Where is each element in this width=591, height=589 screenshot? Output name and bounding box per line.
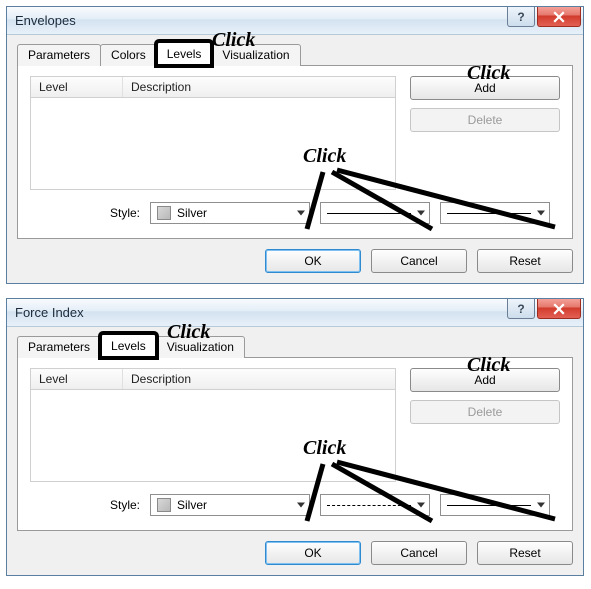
dialog-title: Envelopes (15, 13, 76, 28)
tab-colors[interactable]: Colors (100, 44, 157, 66)
tab-visualization[interactable]: Visualization (211, 44, 300, 66)
close-button[interactable] (537, 299, 581, 319)
line-style-preview (327, 505, 411, 506)
line-style-combo[interactable] (320, 494, 430, 516)
levels-grid: Level Description (30, 76, 396, 190)
style-color-combo[interactable]: Silver (150, 202, 310, 224)
dialog-title: Force Index (15, 305, 84, 320)
column-header-level[interactable]: Level (31, 77, 123, 97)
add-button[interactable]: Add (410, 368, 560, 392)
tabstrip: Parameters Levels Visualization (17, 335, 573, 358)
style-color-value: Silver (177, 206, 207, 220)
levels-grid: Level Description (30, 368, 396, 482)
levels-grid-body[interactable] (30, 98, 396, 190)
tab-parameters[interactable]: Parameters (17, 44, 101, 66)
style-label: Style: (30, 498, 150, 512)
cancel-button[interactable]: Cancel (371, 249, 467, 273)
dialog-force-index: Force Index Parameters Levels Visualizat… (6, 298, 584, 576)
tabstrip: Parameters Colors Levels Visualization (17, 43, 573, 66)
window-buttons (505, 7, 581, 27)
titlebar: Force Index (7, 299, 583, 327)
style-label: Style: (30, 206, 150, 220)
reset-button[interactable]: Reset (477, 249, 573, 273)
line-style-preview (327, 213, 411, 214)
levels-grid-body[interactable] (30, 390, 396, 482)
style-color-value: Silver (177, 498, 207, 512)
tab-parameters[interactable]: Parameters (17, 336, 101, 358)
dialog-buttons: OK Cancel Reset (17, 531, 573, 565)
help-button[interactable] (507, 7, 535, 27)
close-button[interactable] (537, 7, 581, 27)
add-button[interactable]: Add (410, 76, 560, 100)
tab-visualization[interactable]: Visualization (156, 336, 245, 358)
ok-button[interactable]: OK (265, 541, 361, 565)
dialog-buttons: OK Cancel Reset (17, 239, 573, 273)
dialog-envelopes: Envelopes Parameters Colors Levels Visua… (6, 6, 584, 284)
help-button[interactable] (507, 299, 535, 319)
chevron-down-icon (537, 211, 545, 216)
tab-panel-levels: Level Description Add Delete Style: Silv… (17, 357, 573, 531)
cancel-button[interactable]: Cancel (371, 541, 467, 565)
line-weight-preview (447, 505, 531, 506)
chevron-down-icon (417, 503, 425, 508)
column-header-description[interactable]: Description (123, 77, 395, 97)
tab-panel-levels: Level Description Add Delete Style: Silv… (17, 65, 573, 239)
tab-levels[interactable]: Levels (156, 41, 213, 66)
delete-button: Delete (410, 400, 560, 424)
chevron-down-icon (297, 503, 305, 508)
silver-swatch-icon (157, 206, 171, 220)
ok-button[interactable]: OK (265, 249, 361, 273)
tab-levels[interactable]: Levels (100, 333, 157, 358)
line-weight-combo[interactable] (440, 202, 550, 224)
chevron-down-icon (297, 211, 305, 216)
titlebar: Envelopes (7, 7, 583, 35)
style-color-combo[interactable]: Silver (150, 494, 310, 516)
window-buttons (505, 299, 581, 319)
chevron-down-icon (537, 503, 545, 508)
reset-button[interactable]: Reset (477, 541, 573, 565)
chevron-down-icon (417, 211, 425, 216)
line-weight-preview (447, 213, 531, 214)
line-style-combo[interactable] (320, 202, 430, 224)
silver-swatch-icon (157, 498, 171, 512)
line-weight-combo[interactable] (440, 494, 550, 516)
column-header-description[interactable]: Description (123, 369, 395, 389)
column-header-level[interactable]: Level (31, 369, 123, 389)
delete-button: Delete (410, 108, 560, 132)
